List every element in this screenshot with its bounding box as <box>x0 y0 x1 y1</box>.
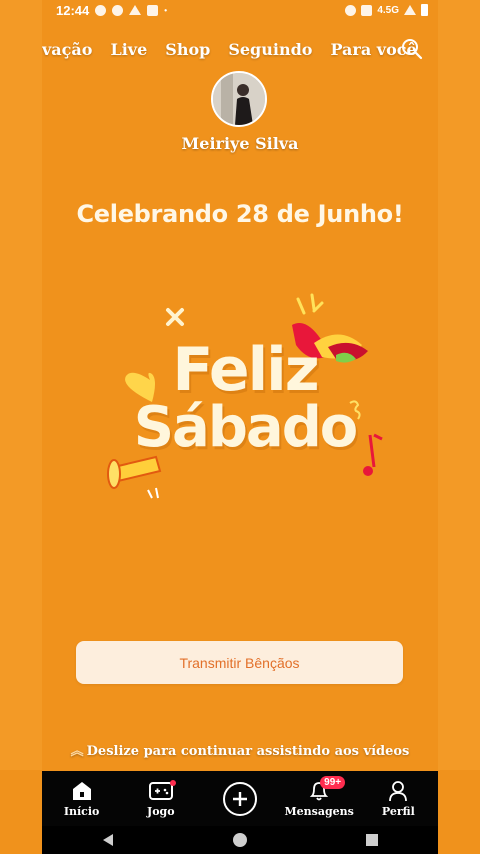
home-circle-icon[interactable] <box>228 828 252 852</box>
tab-live[interactable]: Live <box>110 40 147 59</box>
transmit-blessings-button[interactable]: Transmitir Bênçãos <box>76 641 403 684</box>
recents-icon[interactable] <box>360 828 384 852</box>
messenger-icon <box>112 4 124 16</box>
nav-messages-label: Mensagens <box>284 804 354 818</box>
status-time: 12:44 <box>56 2 90 18</box>
home-icon <box>70 780 94 802</box>
alarm-icon <box>345 4 357 16</box>
nav-home-label: Início <box>63 804 100 818</box>
status-bar: 12:44 • 4.5G <box>42 0 438 20</box>
plus-icon <box>222 781 257 816</box>
battery-icon <box>421 4 428 16</box>
swipe-hint-text: Deslize para continuar assistindo aos ví… <box>86 744 410 759</box>
double-chevron-up-icon: ︽ <box>70 744 84 759</box>
signal-app-icon <box>147 4 159 16</box>
telegram-icon <box>129 5 142 15</box>
nav-game-label: Jogo <box>146 804 175 818</box>
system-navigation-bar <box>42 826 438 854</box>
tab-shop[interactable]: Shop <box>165 40 210 59</box>
nav-profile[interactable]: Perfil <box>363 780 433 818</box>
feed-tabs: vação Live Shop Seguindo Para você <box>42 34 438 64</box>
bluetooth-icon <box>361 4 373 16</box>
tab-seguindo[interactable]: Seguindo <box>228 40 312 59</box>
tab-inovacao[interactable]: vação <box>42 40 92 59</box>
search-icon[interactable] <box>400 37 424 61</box>
cell-signal-icon <box>404 5 416 15</box>
left-background-blur <box>0 0 42 770</box>
right-background-blur <box>438 0 480 770</box>
game-notification-dot <box>169 779 176 786</box>
nav-game[interactable]: Jogo <box>126 779 196 818</box>
network-type: 4.5G <box>377 4 399 16</box>
person-icon <box>386 780 410 802</box>
art-text-sabado: Sábado <box>133 395 359 460</box>
nav-messages[interactable]: 99+ Mensagens <box>284 775 354 818</box>
post-headline: Celebrando 28 de Junho! <box>76 200 404 228</box>
bottom-navigation: Início Jogo 99+ Mensagens Perfil <box>42 771 438 826</box>
creator-name[interactable]: Meiriye Silva <box>140 134 340 153</box>
messages-badge: 99+ <box>320 775 346 789</box>
nav-profile-label: Perfil <box>381 804 415 818</box>
nav-home[interactable]: Início <box>47 780 117 818</box>
swipe-hint: ︽ Deslize para continuar assistindo aos v… <box>42 740 438 759</box>
feliz-sabado-artwork: Feliz Sábado <box>100 285 390 510</box>
more-notifications-dot: • <box>164 5 168 15</box>
nav-create[interactable] <box>205 781 275 816</box>
avatar[interactable] <box>211 71 267 127</box>
back-icon[interactable] <box>96 828 120 852</box>
chat-notification-icon <box>95 4 107 16</box>
